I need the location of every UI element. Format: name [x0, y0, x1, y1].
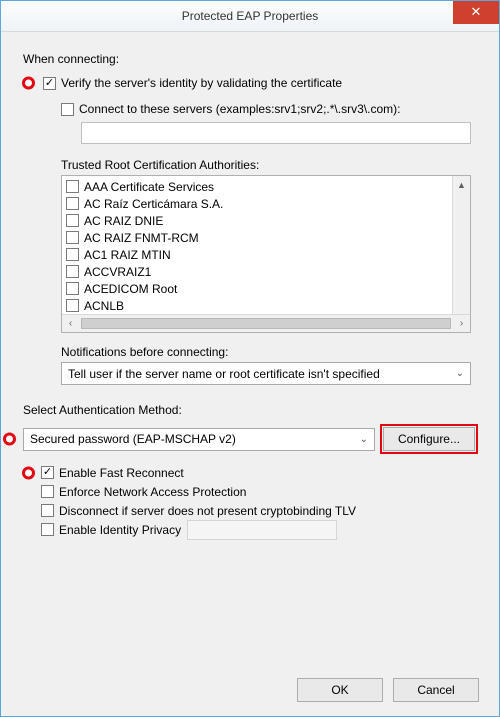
connect-servers-label: Connect to these servers (examples:srv1;…: [79, 102, 400, 116]
title-bar[interactable]: Protected EAP Properties ✕: [1, 1, 499, 32]
vertical-scrollbar[interactable]: ▲: [452, 176, 470, 315]
auth-method-value: Secured password (EAP-MSCHAP v2): [30, 432, 236, 446]
dialog-body: When connecting: Verify the server's ide…: [1, 32, 499, 549]
enforce-nap-label: Enforce Network Access Protection: [59, 485, 246, 499]
enable-fast-label: Enable Fast Reconnect: [59, 466, 184, 480]
list-item[interactable]: ACNLB: [66, 297, 449, 314]
cert-checkbox[interactable]: [66, 299, 79, 312]
disconnect-crypto-row: Disconnect if server does not present cr…: [41, 501, 477, 520]
cert-label: ACEDICOM Root: [84, 282, 177, 296]
verify-identity-row: Verify the server's identity by validati…: [43, 76, 477, 90]
scroll-right-icon[interactable]: ›: [453, 315, 470, 332]
enable-identity-checkbox[interactable]: [41, 523, 54, 536]
close-button[interactable]: ✕: [453, 1, 499, 24]
window-title: Protected EAP Properties: [182, 9, 319, 23]
cert-label: ACNLB: [84, 299, 124, 313]
dialog-footer: OK Cancel: [297, 678, 479, 702]
ok-button[interactable]: OK: [297, 678, 383, 702]
cert-checkbox[interactable]: [66, 197, 79, 210]
when-connecting-label: When connecting:: [23, 52, 477, 66]
select-auth-label: Select Authentication Method:: [23, 403, 477, 417]
highlight-marker-icon: [22, 77, 35, 90]
notifications-label: Notifications before connecting:: [61, 345, 477, 359]
chevron-down-icon: ⌄: [456, 368, 464, 379]
auth-method-dropdown[interactable]: Secured password (EAP-MSCHAP v2) ⌄: [23, 428, 375, 451]
chevron-down-icon: ⌄: [360, 434, 368, 445]
highlight-marker-icon: [22, 466, 35, 479]
list-item[interactable]: ACCVRAIZ1: [66, 263, 449, 280]
cert-checkbox[interactable]: [66, 180, 79, 193]
cancel-button-label: Cancel: [417, 683, 454, 697]
dialog-window: Protected EAP Properties ✕ When connecti…: [0, 0, 500, 717]
trusted-root-label: Trusted Root Certification Authorities:: [61, 158, 477, 172]
disconnect-crypto-label: Disconnect if server does not present cr…: [59, 504, 356, 518]
cancel-button[interactable]: Cancel: [393, 678, 479, 702]
cert-checkbox[interactable]: [66, 248, 79, 261]
identity-privacy-input: [187, 520, 337, 540]
enable-identity-label: Enable Identity Privacy: [59, 523, 181, 537]
list-item[interactable]: ACEDICOM Root: [66, 280, 449, 297]
scroll-up-icon[interactable]: ▲: [453, 176, 470, 193]
highlight-marker-icon: [3, 433, 16, 446]
cert-label: AC1 RAIZ MTIN: [84, 248, 171, 262]
scroll-thumb[interactable]: [81, 318, 451, 329]
options-group: Enable Fast Reconnect Enforce Network Ac…: [23, 463, 477, 539]
cert-label: AC Raíz Certicámara S.A.: [84, 197, 223, 211]
cert-checkbox[interactable]: [66, 282, 79, 295]
enforce-nap-checkbox[interactable]: [41, 485, 54, 498]
list-item[interactable]: AC Raíz Certicámara S.A.: [66, 195, 449, 212]
servers-input[interactable]: [81, 122, 471, 144]
list-item[interactable]: AC RAIZ FNMT-RCM: [66, 229, 449, 246]
horizontal-scrollbar[interactable]: ‹ ›: [62, 314, 470, 332]
cert-checkbox[interactable]: [66, 214, 79, 227]
list-item[interactable]: AAA Certificate Services: [66, 178, 449, 195]
enforce-nap-row: Enforce Network Access Protection: [41, 482, 477, 501]
notifications-dropdown[interactable]: Tell user if the server name or root cer…: [61, 362, 471, 385]
cert-label: AAA Certificate Services: [84, 180, 214, 194]
trusted-root-items: AAA Certificate Services AC Raíz Certicá…: [62, 176, 453, 316]
scroll-left-icon[interactable]: ‹: [62, 315, 79, 332]
enable-fast-checkbox[interactable]: [41, 466, 54, 479]
enable-identity-row: Enable Identity Privacy: [41, 520, 477, 539]
trusted-root-listbox[interactable]: AAA Certificate Services AC Raíz Certicá…: [61, 175, 471, 333]
list-item[interactable]: AC RAIZ DNIE: [66, 212, 449, 229]
configure-button-label: Configure...: [398, 432, 460, 446]
cert-label: ACCVRAIZ1: [84, 265, 151, 279]
cert-checkbox[interactable]: [66, 231, 79, 244]
enable-fast-row: Enable Fast Reconnect: [41, 463, 477, 482]
verify-identity-checkbox[interactable]: [43, 77, 56, 90]
cert-checkbox[interactable]: [66, 265, 79, 278]
cert-label: AC RAIZ FNMT-RCM: [84, 231, 199, 245]
connect-servers-row: Connect to these servers (examples:srv1;…: [61, 102, 477, 116]
notifications-value: Tell user if the server name or root cer…: [68, 367, 380, 381]
connect-servers-checkbox[interactable]: [61, 103, 74, 116]
ok-button-label: OK: [331, 683, 348, 697]
close-icon: ✕: [471, 4, 482, 19]
auth-method-row: Secured password (EAP-MSCHAP v2) ⌄ Confi…: [23, 427, 475, 451]
cert-label: AC RAIZ DNIE: [84, 214, 163, 228]
disconnect-crypto-checkbox[interactable]: [41, 504, 54, 517]
configure-button[interactable]: Configure...: [383, 427, 475, 451]
list-item[interactable]: AC1 RAIZ MTIN: [66, 246, 449, 263]
verify-identity-label: Verify the server's identity by validati…: [61, 76, 342, 90]
